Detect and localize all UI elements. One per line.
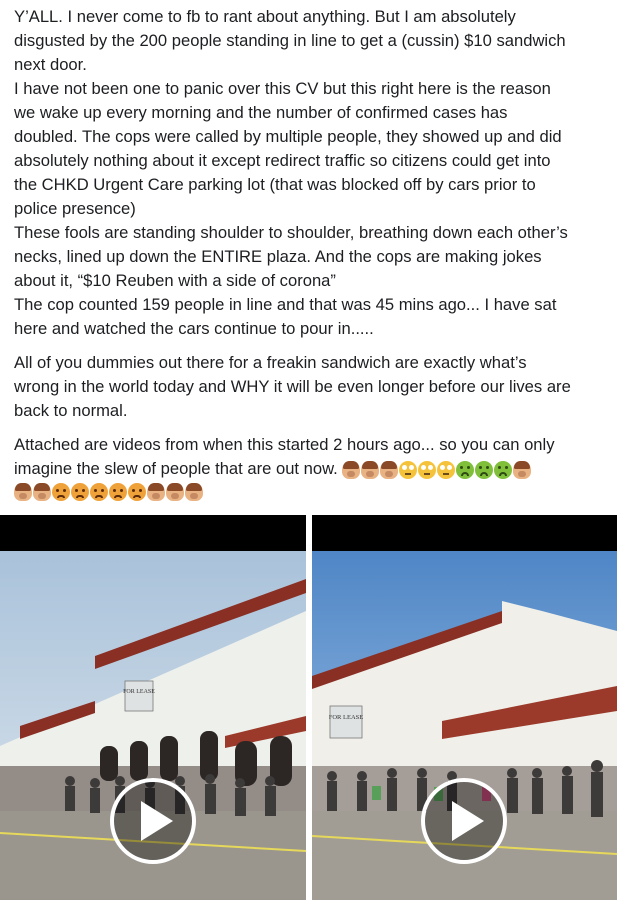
woman-facepalming-icon — [360, 460, 379, 479]
woman-facepalming-icon — [185, 483, 203, 501]
woman-facepalming-icon — [166, 483, 184, 501]
post-paragraph-1: Y’ALL. I never come to fb to rant about … — [14, 5, 603, 341]
post-line: imagine the slew of people that are out … — [14, 457, 603, 481]
post-line: absolutely nothing about it except redir… — [14, 151, 551, 170]
play-icon[interactable] — [110, 778, 196, 864]
woman-facepalming-icon — [33, 483, 51, 501]
post-line: Attached are videos from when this start… — [14, 435, 555, 454]
woman-facepalming-icon — [379, 460, 398, 479]
face-rolling-eyes-icon — [436, 460, 455, 479]
post-line: disgusted by the 200 people standing in … — [14, 31, 566, 50]
video-thumbnail-1[interactable]: FOR LEASE — [0, 515, 306, 900]
face-rolling-eyes-icon — [417, 460, 436, 479]
post-line: about it, “$10 Reuben with a side of cor… — [14, 271, 336, 290]
angry-face-icon — [71, 483, 89, 501]
post-paragraph-2: All of you dummies out there for a freak… — [14, 351, 603, 423]
video-thumbnail-2[interactable]: FOR LEASE — [312, 515, 617, 900]
facebook-post: Y’ALL. I never come to fb to rant about … — [0, 0, 617, 511]
for-lease-sign: FOR LEASE — [329, 714, 364, 721]
emoji-group — [341, 460, 531, 479]
video-attachments: FOR LEASE FOR LEASE — [0, 515, 617, 900]
post-line: police presence) — [14, 199, 136, 218]
post-line: Y’ALL. I never come to fb to rant about … — [14, 7, 516, 26]
nauseated-face-icon — [455, 460, 474, 479]
woman-facepalming-icon — [341, 460, 360, 479]
post-line: wrong in the world today and WHY it will… — [14, 377, 571, 396]
post-line: doubled. The cops were called by multipl… — [14, 127, 562, 146]
woman-facepalming-icon — [512, 460, 531, 479]
angry-face-icon — [109, 483, 127, 501]
post-paragraph-3: Attached are videos from when this start… — [14, 433, 603, 501]
post-line: here and watched the cars continue to po… — [14, 319, 374, 338]
post-line: next door. — [14, 55, 87, 74]
woman-facepalming-icon — [14, 483, 32, 501]
nauseated-face-icon — [474, 460, 493, 479]
post-line: I have not been one to panic over this C… — [14, 79, 551, 98]
post-line: the CHKD Urgent Care parking lot (that w… — [14, 175, 536, 194]
post-line-text: imagine the slew of people that are out … — [14, 459, 338, 478]
angry-face-icon — [128, 483, 146, 501]
post-line: necks, lined up down the ENTIRE plaza. A… — [14, 247, 542, 266]
post-line: These fools are standing shoulder to sho… — [14, 223, 568, 242]
post-line: we wake up every morning and the number … — [14, 103, 508, 122]
emoji-group — [14, 483, 603, 501]
angry-face-icon — [90, 483, 108, 501]
face-rolling-eyes-icon — [398, 460, 417, 479]
post-line: The cop counted 159 people in line and t… — [14, 295, 557, 314]
post-line: All of you dummies out there for a freak… — [14, 353, 527, 372]
for-lease-sign: FOR LEASE — [123, 689, 155, 695]
post-text: Y’ALL. I never come to fb to rant about … — [0, 0, 617, 501]
woman-facepalming-icon — [147, 483, 165, 501]
play-icon[interactable] — [421, 778, 507, 864]
post-line: back to normal. — [14, 401, 128, 420]
nauseated-face-icon — [493, 460, 512, 479]
angry-face-icon — [52, 483, 70, 501]
